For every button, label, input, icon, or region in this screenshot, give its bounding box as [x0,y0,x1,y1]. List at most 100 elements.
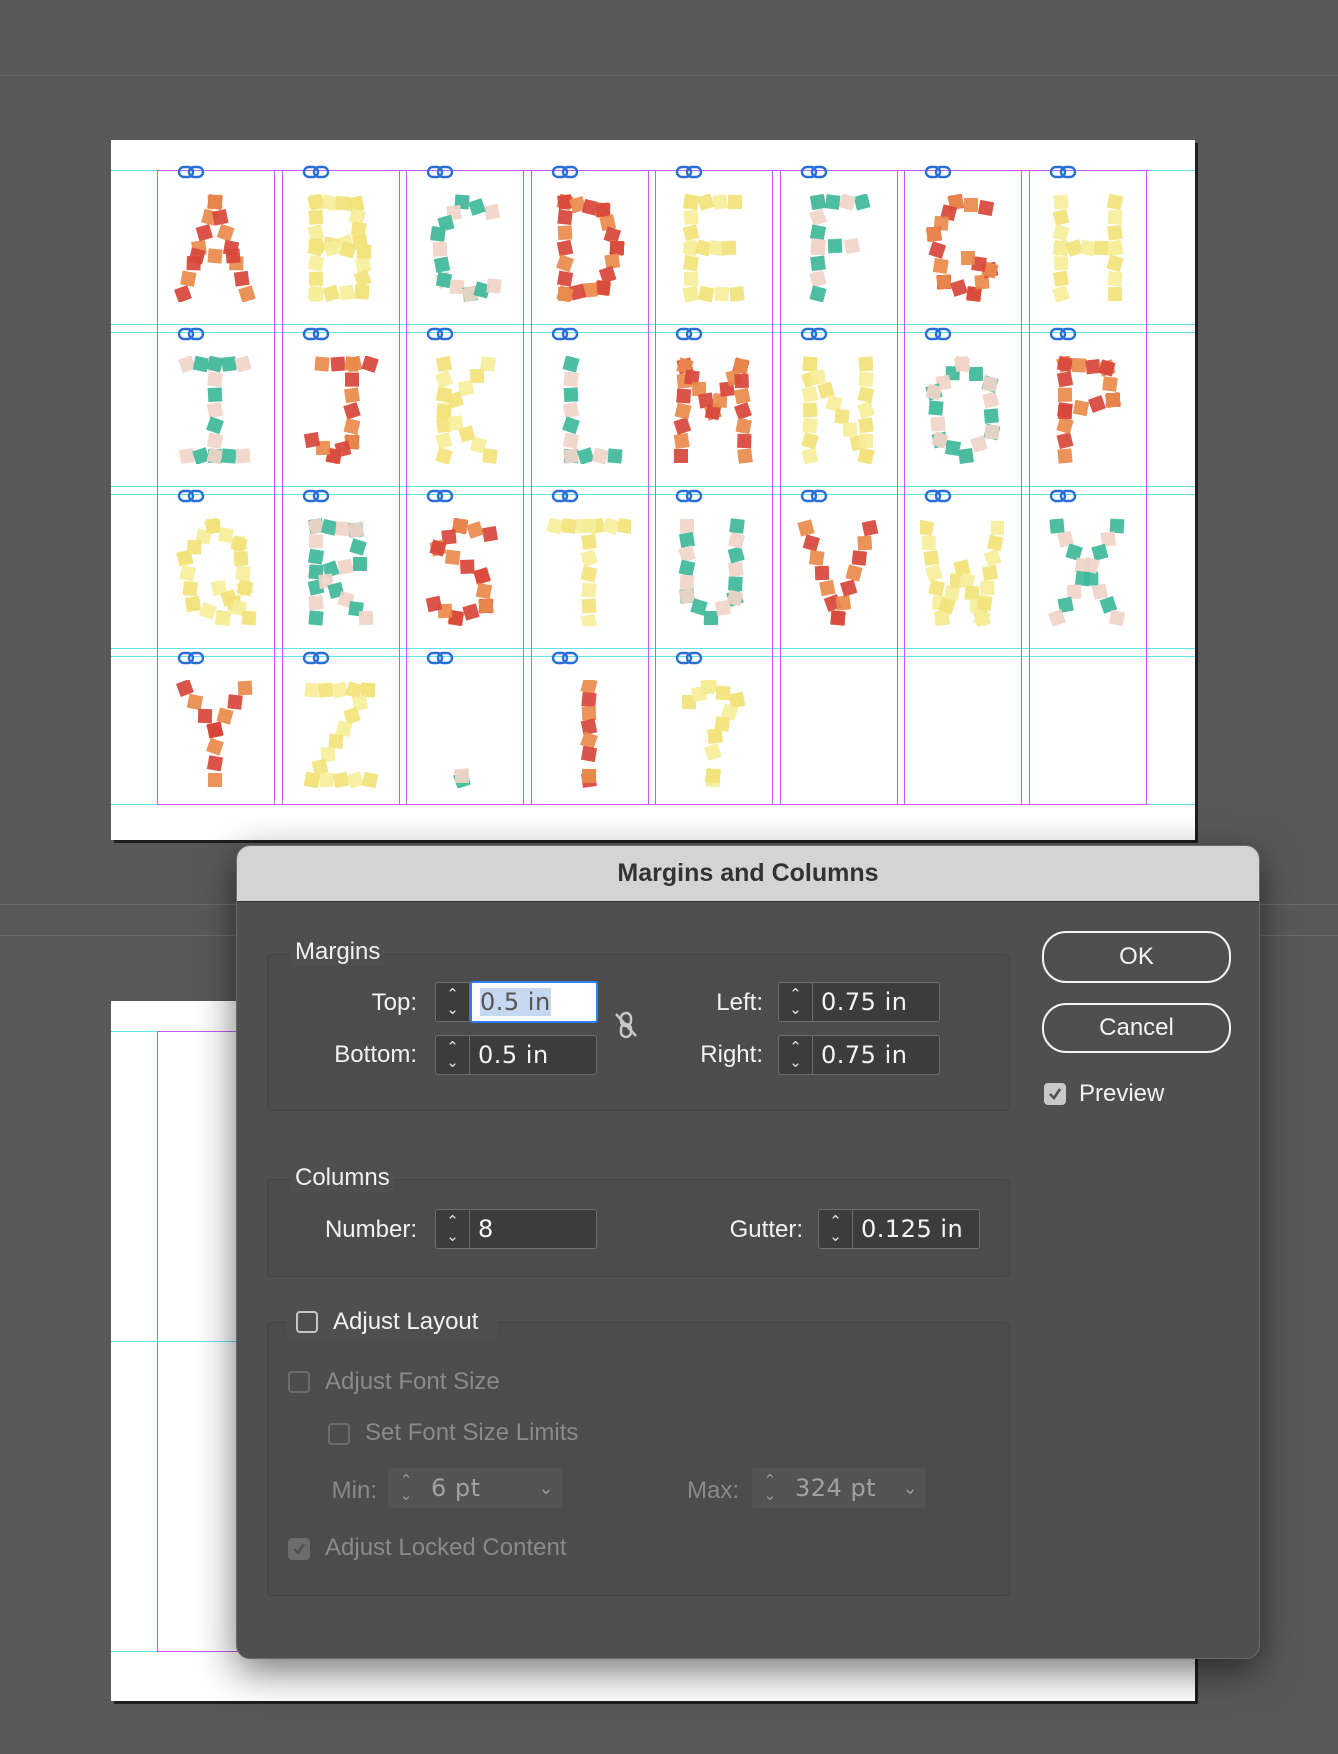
gutter-field[interactable]: ⌃ ⌄ 0.125 in [818,1209,980,1249]
link-icon[interactable] [551,165,579,179]
cancel-button[interactable]: Cancel [1042,1003,1231,1053]
right-stepper[interactable]: ⌃ ⌄ [779,1036,813,1074]
letter-frame[interactable] [410,165,518,322]
link-icon[interactable] [675,489,703,503]
adjust-layout-checkbox[interactable] [296,1311,318,1333]
preview-checkbox[interactable] [1044,1083,1066,1105]
column-number-field[interactable]: ⌃ ⌄ 8 [435,1209,597,1249]
letter-frame[interactable] [784,165,892,322]
letter-frame[interactable] [161,489,269,646]
letter-frame[interactable] [659,651,767,808]
link-icon[interactable] [426,165,454,179]
link-icon[interactable] [800,489,828,503]
letter-frame[interactable] [659,165,767,322]
paper-piece [682,224,700,242]
link-icon[interactable] [426,327,454,341]
link-icon[interactable] [177,165,205,179]
number-stepper[interactable]: ⌃ ⌄ [436,1210,470,1248]
font-size-limits-checkbox[interactable] [328,1423,350,1445]
letter-frame[interactable] [908,489,1016,646]
document-page[interactable] [111,140,1195,840]
adjust-font-size-checkbox[interactable] [288,1371,310,1393]
bottom-stepper[interactable]: ⌃ ⌄ [436,1036,470,1074]
letter-frame[interactable] [1033,327,1141,484]
max-font-size-field[interactable]: ⌃ ⌄ 324 pt ⌄ [752,1468,926,1508]
dialog-titlebar[interactable]: Margins and Columns [237,846,1259,902]
link-icon[interactable] [675,165,703,179]
ok-button[interactable]: OK [1042,931,1231,983]
link-icon[interactable] [800,165,828,179]
letter-frame[interactable] [908,165,1016,322]
letter-frame[interactable] [535,489,643,646]
link-icon[interactable] [1049,165,1077,179]
max-stepper[interactable]: ⌃ ⌄ [753,1469,787,1507]
letter-frame[interactable] [286,489,394,646]
max-font-size-input[interactable]: 324 pt [787,1469,895,1507]
letter-frame[interactable] [286,651,394,808]
letter-frame[interactable] [1033,165,1141,322]
link-icon[interactable] [924,165,952,179]
top-stepper[interactable]: ⌃ ⌄ [436,983,470,1021]
link-icon[interactable] [551,489,579,503]
adjust-locked-content-checkbox[interactable] [288,1538,310,1560]
link-icon[interactable] [1049,327,1077,341]
letter-frame[interactable] [161,165,269,322]
link-icon[interactable] [302,165,330,179]
letter-frame[interactable] [784,327,892,484]
column-number-input[interactable]: 8 [470,1210,596,1248]
top-margin-field[interactable]: ⌃ ⌄ 0.5 in [435,981,598,1023]
min-stepper[interactable]: ⌃ ⌄ [389,1469,423,1507]
left-stepper[interactable]: ⌃ ⌄ [779,983,813,1021]
left-margin-field[interactable]: ⌃ ⌄ 0.75 in [778,982,940,1022]
letter-frame[interactable] [161,327,269,484]
link-icon[interactable] [302,651,330,665]
link-icon[interactable] [800,327,828,341]
bottom-margin-field[interactable]: ⌃ ⌄ 0.5 in [435,1035,597,1075]
right-margin-input[interactable]: 0.75 in [813,1036,939,1074]
letter-frame[interactable] [286,327,394,484]
letter-frame[interactable] [410,651,518,808]
link-icon[interactable] [675,651,703,665]
link-icon[interactable] [302,327,330,341]
font-size-limits-label[interactable]: Set Font Size Limits [365,1419,578,1447]
adjust-font-size-label[interactable]: Adjust Font Size [325,1368,500,1396]
link-icon[interactable] [551,327,579,341]
link-icon[interactable] [551,651,579,665]
preview-label[interactable]: Preview [1079,1080,1164,1108]
gutter-stepper[interactable]: ⌃ ⌄ [819,1210,853,1248]
right-margin-field[interactable]: ⌃ ⌄ 0.75 in [778,1035,940,1075]
gutter-input[interactable]: 0.125 in [853,1210,979,1248]
letter-frame[interactable] [535,651,643,808]
link-icon[interactable] [924,327,952,341]
letter-frame[interactable] [410,327,518,484]
letter-frame[interactable] [908,327,1016,484]
paper-piece [1102,376,1118,392]
letter-frame[interactable] [410,489,518,646]
link-icon[interactable] [675,327,703,341]
link-icon[interactable] [426,651,454,665]
top-margin-input[interactable]: 0.5 in [470,981,598,1023]
link-icon[interactable] [1049,489,1077,503]
letter-frame[interactable] [161,651,269,808]
adjust-locked-content-label[interactable]: Adjust Locked Content [325,1534,567,1562]
letter-frame[interactable] [1033,489,1141,646]
chevron-down-icon[interactable]: ⌄ [895,1469,925,1507]
link-icon[interactable] [426,489,454,503]
letter-frame[interactable] [659,327,767,484]
link-icon[interactable] [924,489,952,503]
adjust-layout-label[interactable]: Adjust Layout [333,1308,478,1336]
letter-frame[interactable] [286,165,394,322]
link-icon[interactable] [177,489,205,503]
link-icon[interactable] [302,489,330,503]
min-font-size-input[interactable]: 6 pt [423,1469,531,1507]
min-font-size-field[interactable]: ⌃ ⌄ 6 pt ⌄ [388,1468,562,1508]
letter-frame[interactable] [535,165,643,322]
letter-frame[interactable] [659,489,767,646]
link-icon[interactable] [177,651,205,665]
bottom-margin-input[interactable]: 0.5 in [470,1036,596,1074]
letter-frame[interactable] [784,489,892,646]
left-margin-input[interactable]: 0.75 in [813,983,939,1021]
link-icon[interactable] [177,327,205,341]
letter-frame[interactable] [535,327,643,484]
chevron-down-icon[interactable]: ⌄ [531,1469,561,1507]
